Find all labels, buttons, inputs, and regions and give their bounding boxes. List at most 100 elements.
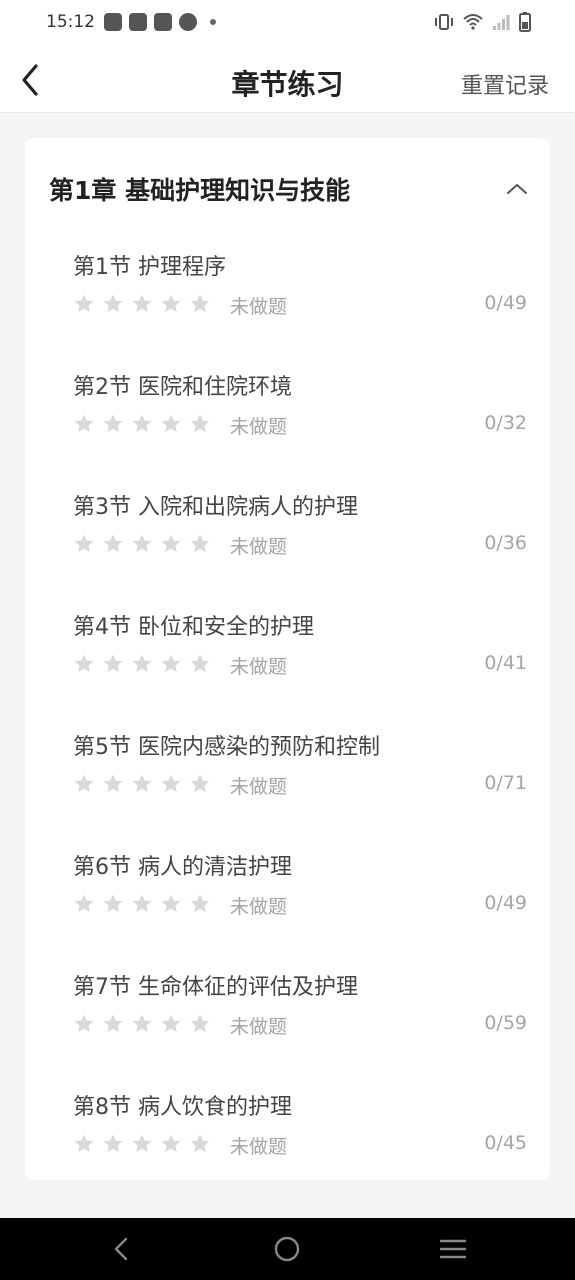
star-icon bbox=[132, 294, 152, 313]
star-icon bbox=[161, 654, 181, 673]
star-icon bbox=[103, 894, 123, 913]
progress-count: 0/36 bbox=[484, 532, 527, 554]
section-status: 未做题 bbox=[230, 1136, 288, 1158]
section-title: 第8节 病人饮食的护理 bbox=[73, 1095, 292, 1120]
section-status: 未做题 bbox=[230, 296, 288, 318]
shopping-bag-icon bbox=[104, 13, 122, 31]
star-icon bbox=[161, 294, 181, 313]
star-icon bbox=[74, 894, 94, 913]
star-icon bbox=[190, 774, 210, 793]
progress-count: 0/45 bbox=[484, 1132, 527, 1154]
shopping-bag-icon bbox=[154, 13, 172, 31]
star-icon bbox=[103, 774, 123, 793]
nav-recents-button[interactable] bbox=[438, 1234, 468, 1264]
app-header: 章节练习 重置记录 bbox=[0, 48, 575, 113]
back-triangle-icon bbox=[114, 1237, 128, 1261]
section-status: 未做题 bbox=[230, 416, 288, 438]
star-icon bbox=[161, 894, 181, 913]
section-status: 未做题 bbox=[230, 1016, 288, 1038]
star-icon bbox=[103, 1014, 123, 1033]
star-rating bbox=[73, 293, 211, 315]
star-icon bbox=[161, 414, 181, 433]
wifi-icon bbox=[463, 14, 483, 30]
signal-icon bbox=[493, 15, 510, 30]
star-icon bbox=[161, 1134, 181, 1153]
gauge-icon bbox=[179, 13, 197, 31]
star-icon bbox=[74, 1134, 94, 1153]
notification-icons bbox=[104, 13, 216, 31]
star-icon bbox=[190, 414, 210, 433]
nav-home-button[interactable] bbox=[272, 1234, 302, 1264]
section-status: 未做题 bbox=[230, 776, 288, 798]
star-icon bbox=[190, 894, 210, 913]
vibrate-icon bbox=[435, 14, 453, 30]
section-title: 第4节 卧位和安全的护理 bbox=[73, 615, 314, 640]
star-icon bbox=[103, 414, 123, 433]
star-icon bbox=[132, 1134, 152, 1153]
star-icon bbox=[74, 294, 94, 313]
section-item[interactable]: 第1节 护理程序 未做题 0/49 bbox=[73, 249, 533, 349]
star-icon bbox=[190, 654, 210, 673]
section-status: 未做题 bbox=[230, 536, 288, 558]
section-item[interactable]: 第5节 医院内感染的预防和控制未做题 0/71 bbox=[73, 729, 533, 829]
menu-lines-icon bbox=[439, 1239, 467, 1259]
star-icon bbox=[103, 534, 123, 553]
section-title: 第2节 医院和住院环境 bbox=[73, 375, 292, 400]
star-rating bbox=[73, 1013, 211, 1035]
home-circle-icon bbox=[274, 1236, 300, 1262]
progress-count: 0/59 bbox=[484, 1012, 527, 1034]
shopping-bag-icon bbox=[129, 13, 147, 31]
section-title: 第5节 医院内感染的预防和控制 bbox=[73, 735, 380, 760]
star-icon bbox=[190, 294, 210, 313]
star-icon bbox=[74, 654, 94, 673]
star-icon bbox=[132, 654, 152, 673]
section-item[interactable]: 第4节 卧位和安全的护理未做题 0/41 bbox=[73, 609, 533, 709]
star-icon bbox=[161, 1014, 181, 1033]
section-item[interactable]: 第2节 医院和住院环境未做题 0/32 bbox=[73, 369, 533, 469]
progress-count: 0/41 bbox=[484, 652, 527, 674]
star-icon bbox=[132, 894, 152, 913]
system-nav-bar bbox=[0, 1218, 575, 1280]
section-item[interactable]: 第6节 病人的清洁护理 未做题 0/49 bbox=[73, 849, 533, 949]
star-icon bbox=[161, 534, 181, 553]
star-icon bbox=[132, 774, 152, 793]
star-icon bbox=[103, 294, 123, 313]
star-rating bbox=[73, 773, 211, 795]
star-icon bbox=[190, 1014, 210, 1033]
dot-icon bbox=[210, 19, 216, 25]
star-icon bbox=[132, 1014, 152, 1033]
star-icon bbox=[132, 534, 152, 553]
reset-record-button[interactable]: 重置记录 bbox=[461, 68, 549, 100]
chapter-card: 第1章 基础护理知识与技能 第1节 护理程序 未做题 0/49 第2节 医院和住院环境… bbox=[25, 138, 550, 1180]
chevron-up-icon bbox=[507, 184, 527, 194]
progress-count: 0/32 bbox=[484, 412, 527, 434]
section-item[interactable]: 第3节 入院和出院病人的护理未做题 0/36 bbox=[73, 489, 533, 589]
star-rating bbox=[73, 413, 211, 435]
progress-count: 0/49 bbox=[484, 292, 527, 314]
nav-back-button[interactable] bbox=[106, 1234, 136, 1264]
star-icon bbox=[161, 774, 181, 793]
section-item[interactable]: 第7节 生命体征的评估及护理未做题 0/59 bbox=[73, 969, 533, 1069]
status-bar: 15:12 bbox=[0, 0, 575, 48]
status-time: 15:12 bbox=[46, 12, 95, 32]
star-icon bbox=[74, 534, 94, 553]
star-icon bbox=[103, 1134, 123, 1153]
section-status: 未做题 bbox=[230, 896, 288, 918]
section-title: 第1节 护理程序 bbox=[73, 255, 226, 280]
collapse-button[interactable] bbox=[502, 176, 532, 202]
star-rating bbox=[73, 893, 211, 915]
battery-icon bbox=[519, 12, 531, 32]
system-icons bbox=[434, 12, 531, 32]
star-icon bbox=[74, 774, 94, 793]
progress-count: 0/49 bbox=[484, 892, 527, 914]
section-title: 第7节 生命体征的评估及护理 bbox=[73, 975, 358, 1000]
star-icon bbox=[190, 534, 210, 553]
star-icon bbox=[74, 414, 94, 433]
section-title: 第3节 入院和出院病人的护理 bbox=[73, 495, 358, 520]
section-status: 未做题 bbox=[230, 656, 288, 678]
star-icon bbox=[103, 654, 123, 673]
star-rating bbox=[73, 653, 211, 675]
section-item[interactable]: 第8节 病人饮食的护理未做题 0/45 bbox=[73, 1089, 533, 1189]
chapter-title[interactable]: 第1章 基础护理知识与技能 bbox=[49, 171, 350, 207]
progress-count: 0/71 bbox=[484, 772, 527, 794]
